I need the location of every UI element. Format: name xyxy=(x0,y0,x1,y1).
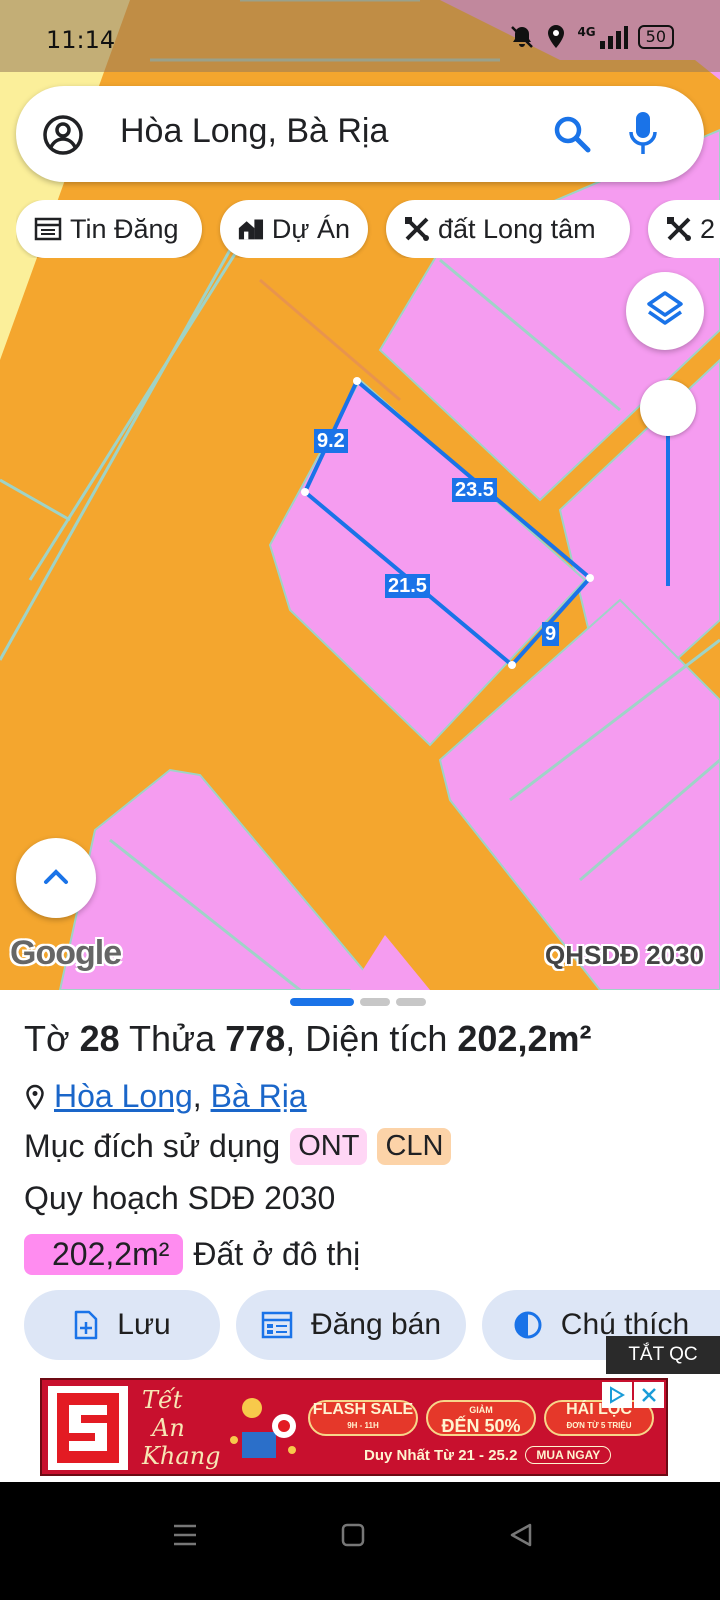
parcel-title: Tờ 28 Thửa 778, Diện tích 202,2m² xyxy=(24,1018,591,1060)
plan-area-line: 202,2m² Đất ở đô thị xyxy=(24,1234,360,1275)
status-time: 11:14 xyxy=(46,26,116,54)
save-button[interactable]: Lưu xyxy=(24,1290,220,1360)
location-separator: , xyxy=(192,1078,202,1114)
chip-more[interactable]: 2 xyxy=(648,200,720,258)
google-logo: Google xyxy=(10,934,122,972)
search-bar[interactable]: Hòa Long, Bà Rịa xyxy=(16,86,704,182)
opacity-slider-track[interactable] xyxy=(666,430,670,586)
ad-pill-sub: ĐƠN TỪ 5 TRIỆU xyxy=(566,1421,632,1430)
hide-ads-button[interactable]: TẮT QC xyxy=(606,1336,720,1374)
area-value: 202,2m² xyxy=(457,1018,592,1059)
chip-label: 2 xyxy=(700,213,716,244)
dimension-label: 21.5 xyxy=(385,574,430,598)
expand-button[interactable] xyxy=(16,838,96,918)
location-icon xyxy=(548,25,565,48)
pager-dot xyxy=(360,998,390,1006)
post-for-sale-label: Đăng bán xyxy=(310,1308,442,1341)
ad-pill-title: FLASH SALE xyxy=(312,1401,414,1418)
chip-label: đất Long tâm xyxy=(438,213,596,244)
pager-dot-active xyxy=(290,998,354,1006)
search-icon[interactable] xyxy=(552,114,592,154)
parcel-number: 778 xyxy=(225,1018,286,1059)
area-label: Diện tích xyxy=(305,1018,448,1059)
status-bar: 11:14 4G 50 xyxy=(0,0,720,72)
ad-pill: FLASH SALE 9H - 11H xyxy=(308,1400,418,1436)
ad-cta-button[interactable]: MUA NGAY xyxy=(525,1446,612,1464)
recent-apps-icon[interactable] xyxy=(172,1522,198,1548)
status-icons: 4G 50 xyxy=(509,24,674,50)
system-nav-bar xyxy=(0,1482,720,1600)
pager-dot xyxy=(396,998,426,1006)
chip-dat-long-tam[interactable]: đất Long tâm xyxy=(386,200,630,258)
brand-s-logo-icon xyxy=(57,1393,119,1463)
ad-footer: Duy Nhất Từ 21 - 25.2 MUA NGAY xyxy=(364,1446,612,1464)
plan-label: Quy hoạch SDĐ 2030 xyxy=(24,1180,336,1216)
layers-button[interactable] xyxy=(626,272,704,350)
ad-pill: GIẢM ĐẾN 50% xyxy=(426,1400,536,1436)
map-view[interactable]: 9.2 23.5 21.5 9 11:14 4G 50 Hòa Long, Bà… xyxy=(0,0,720,990)
plan-area-description: Đất ở đô thị xyxy=(193,1236,361,1272)
microphone-icon[interactable] xyxy=(628,110,658,158)
ad-brand-line: An xyxy=(152,1414,185,1442)
land-use-label: Mục đích sử dụng xyxy=(24,1128,281,1164)
listing-icon xyxy=(261,1311,293,1339)
sheet-label: Tờ xyxy=(24,1018,70,1059)
chip-label: Dự Án xyxy=(271,213,350,244)
dimension-label: 9 xyxy=(542,622,560,646)
back-icon[interactable] xyxy=(508,1522,534,1548)
buildings-icon xyxy=(238,219,264,240)
search-input[interactable]: Hòa Long, Bà Rịa xyxy=(120,112,388,151)
tools-icon xyxy=(405,217,429,241)
location-pin-icon xyxy=(26,1084,44,1110)
filter-chips: Tin Đăng Dự Án đất Long tâm 2 xyxy=(16,200,720,258)
ward-link[interactable]: Hòa Long xyxy=(54,1078,193,1114)
chip-tin-dang[interactable]: Tin Đăng xyxy=(16,200,202,258)
land-use-line: Mục đích sử dụng ONT CLN xyxy=(24,1128,452,1165)
gift-decoration-icon xyxy=(230,1398,296,1458)
chevron-up-icon xyxy=(44,869,68,884)
tools-icon xyxy=(667,217,691,241)
ad-brand-line: Tết xyxy=(142,1386,183,1414)
ad-pill-sub: ĐẾN 50% xyxy=(441,1416,521,1436)
post-for-sale-button[interactable]: Đăng bán xyxy=(236,1290,466,1360)
title-separator: , xyxy=(285,1018,296,1059)
ad-close-icon[interactable] xyxy=(634,1382,664,1408)
ad-banner[interactable]: Tết An Khang FLASH SALE 9H - 11H GIẢM ĐẾ… xyxy=(40,1378,668,1476)
opacity-slider-handle[interactable] xyxy=(640,380,696,436)
ad-controls xyxy=(602,1382,664,1408)
dimension-label: 23.5 xyxy=(452,478,497,502)
signal-icon xyxy=(599,26,628,49)
ad-brand-logo xyxy=(48,1386,128,1470)
land-use-tag-cln: CLN xyxy=(377,1128,452,1165)
ad-footer-text: Duy Nhất Từ 21 - 25.2 xyxy=(364,1446,518,1464)
save-label: Lưu xyxy=(117,1308,171,1341)
location-line: Hòa Long, Bà Rịa xyxy=(24,1078,307,1115)
home-icon[interactable] xyxy=(340,1522,366,1548)
chip-du-an[interactable]: Dự Án xyxy=(220,200,368,258)
add-document-icon xyxy=(75,1310,98,1340)
sheet-pager[interactable] xyxy=(290,998,426,1006)
dimension-label: 9.2 xyxy=(314,429,348,453)
news-icon xyxy=(34,217,62,241)
network-type: 4G xyxy=(577,25,596,39)
sheet-number: 28 xyxy=(79,1018,120,1059)
ad-pill-sub: 9H - 11H xyxy=(347,1421,379,1430)
ad-info-icon[interactable] xyxy=(602,1382,632,1408)
layers-icon xyxy=(647,291,683,325)
bell-muted-icon xyxy=(511,26,534,48)
layer-watermark: QHSDĐ 2030 xyxy=(545,940,704,970)
battery-indicator: 50 xyxy=(637,25,674,49)
city-link[interactable]: Bà Rịa xyxy=(211,1078,307,1114)
plan-area-value: 202,2m² xyxy=(24,1234,184,1275)
contrast-icon xyxy=(514,1311,542,1339)
ad-brand-text: Tết An Khang xyxy=(142,1386,221,1470)
ad-brand-line: Khang xyxy=(142,1442,221,1470)
land-use-tag-ont: ONT xyxy=(290,1128,368,1165)
chip-label: Tin Đăng xyxy=(70,213,179,244)
account-icon[interactable] xyxy=(42,114,84,156)
parcel-label: Thửa xyxy=(129,1018,216,1059)
